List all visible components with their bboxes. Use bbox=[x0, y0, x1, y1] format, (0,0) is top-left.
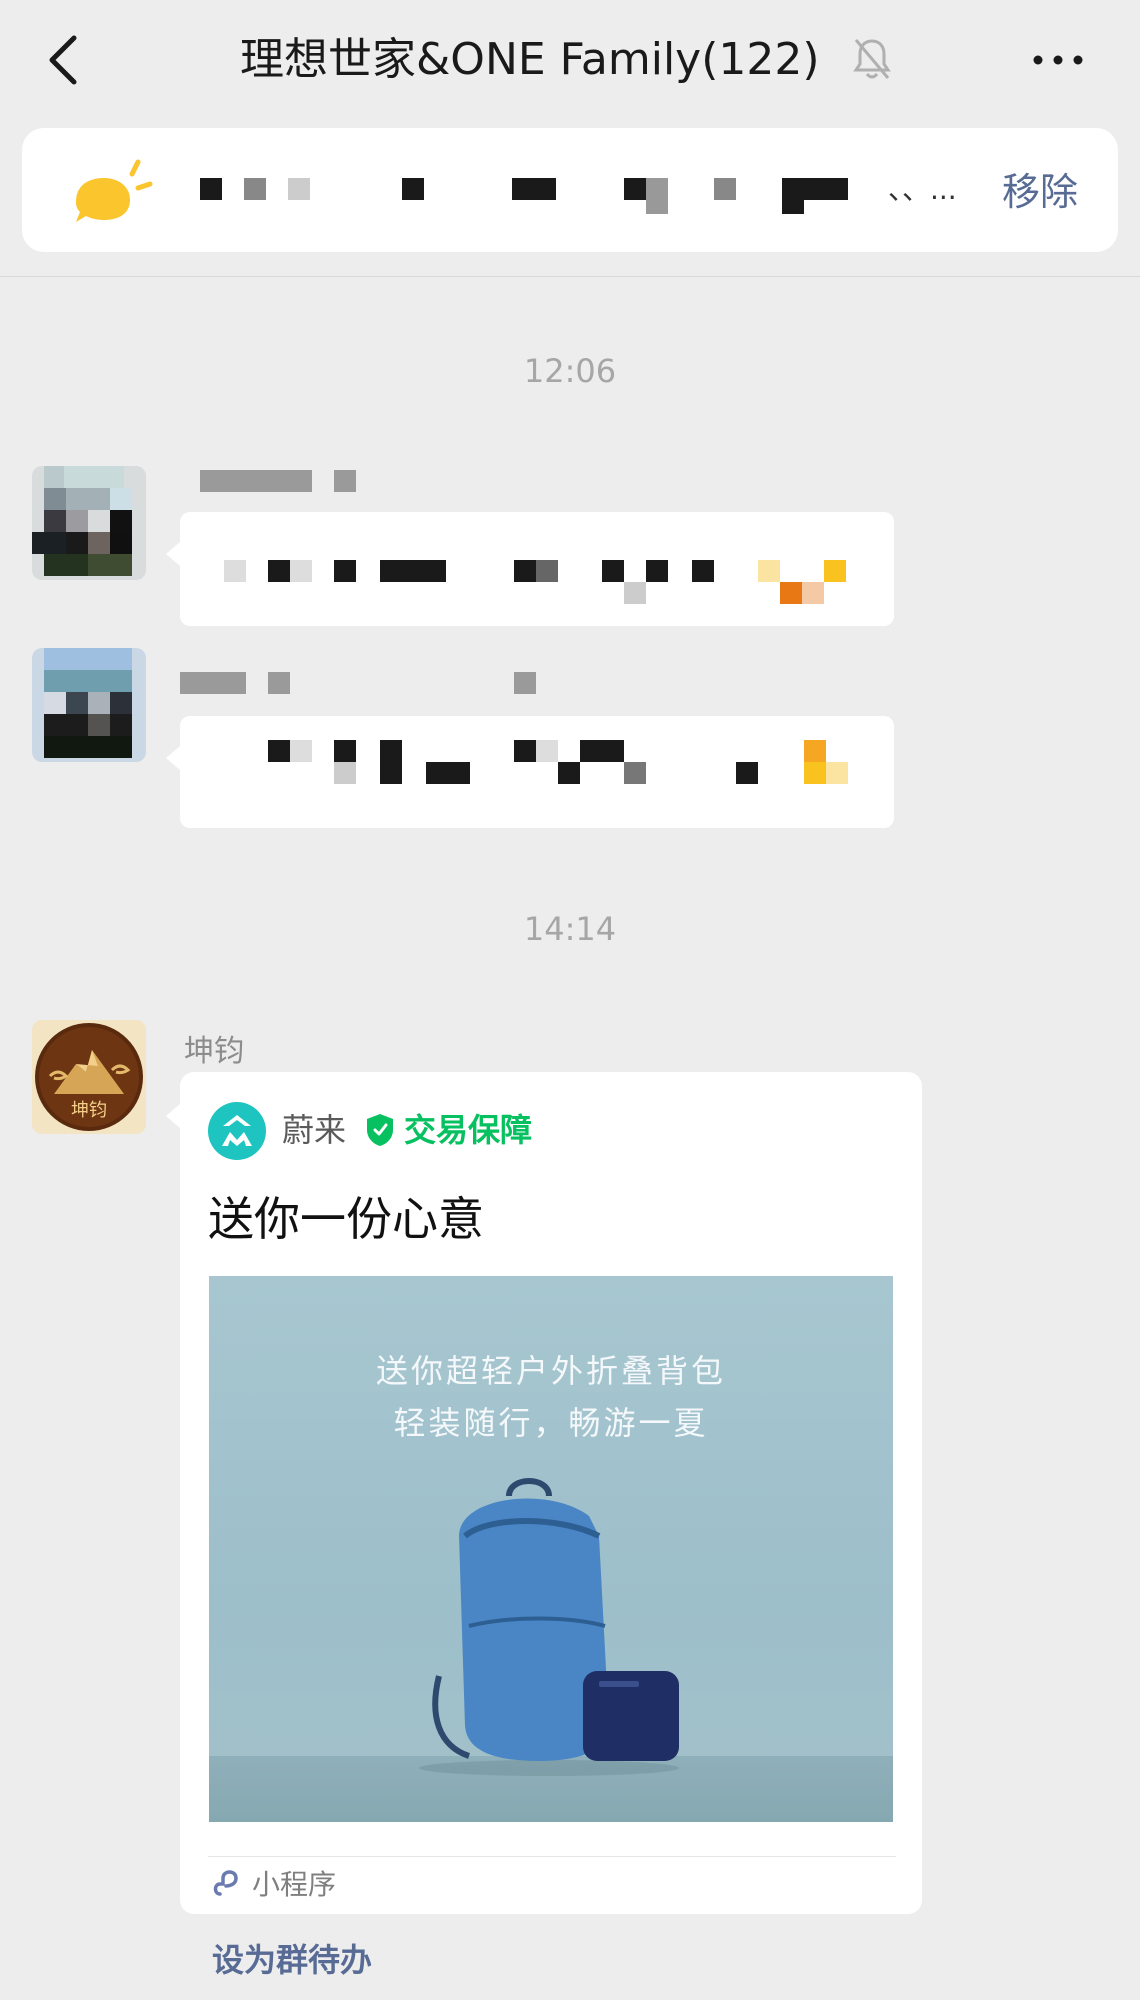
chevron-left-icon[interactable] bbox=[40, 28, 88, 92]
group-notice-banner[interactable]: 、、... 移除 bbox=[22, 128, 1118, 252]
mini-program-label: 小程序 bbox=[252, 1868, 337, 1901]
banner-line-2: 轻装随行，畅游一夏 bbox=[393, 1404, 709, 1442]
chat-title: 理想世家&ONE Family(122) bbox=[240, 34, 820, 85]
avatar[interactable] bbox=[32, 466, 146, 580]
message-bubble-redacted[interactable] bbox=[166, 716, 894, 828]
remove-button[interactable]: 移除 bbox=[1002, 168, 1078, 216]
notice-text-redacted: 、、... bbox=[192, 166, 962, 214]
bell-off-icon bbox=[853, 39, 891, 79]
avatar-text: 坤钧 bbox=[71, 1100, 107, 1121]
backpack-illustration bbox=[419, 1478, 679, 1776]
promo-banner-image: 送你超轻户外折叠背包 轻装随行，畅游一夏 bbox=[209, 1276, 893, 1822]
mini-program-link-icon bbox=[213, 1870, 238, 1896]
timestamp: 12:06 bbox=[523, 352, 617, 390]
card-title: 送你一份心意 bbox=[208, 1192, 484, 1246]
mini-program-card[interactable]: 蔚来 交易保障 送你一份心意 送你超轻户外折叠背包 轻装随行，畅游一夏 小程序 bbox=[166, 1072, 922, 1914]
trade-guarantee-badge: 交易保障 bbox=[404, 1111, 533, 1149]
navigation-bar: 理想世家&ONE Family(122) bbox=[0, 0, 1140, 128]
divider bbox=[0, 276, 1140, 277]
notice-text-suffix: 、、... bbox=[888, 173, 957, 206]
more-dots-icon[interactable] bbox=[1030, 40, 1086, 80]
card-divider bbox=[208, 1856, 896, 1857]
shield-check-icon bbox=[367, 1114, 393, 1146]
message-bubble-redacted[interactable] bbox=[166, 512, 894, 626]
banner-line-1: 送你超轻户外折叠背包 bbox=[375, 1352, 726, 1390]
announcement-bubble-icon bbox=[76, 159, 153, 222]
sender-avatar[interactable]: 坤钧 bbox=[32, 1020, 146, 1134]
sender-name-redacted bbox=[200, 470, 580, 506]
avatar[interactable] bbox=[32, 648, 146, 762]
sender-name: 坤钧 bbox=[184, 1034, 244, 1069]
set-group-todo-link[interactable]: 设为群待办 bbox=[212, 1938, 372, 1982]
brand-logo-icon bbox=[208, 1102, 266, 1160]
sender-name-redacted bbox=[180, 672, 560, 708]
timestamp: 14:14 bbox=[523, 910, 617, 948]
brand-name: 蔚来 bbox=[282, 1111, 347, 1149]
